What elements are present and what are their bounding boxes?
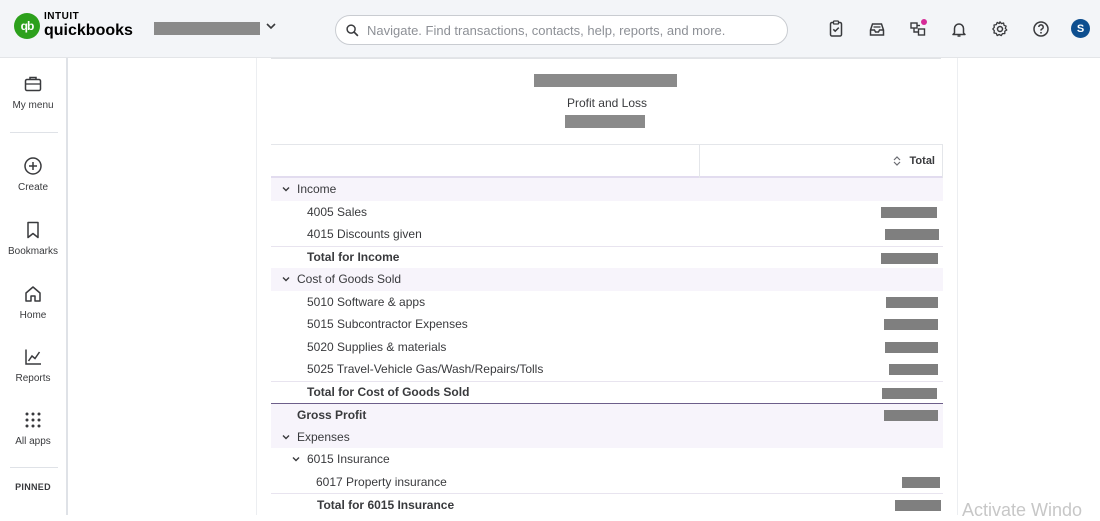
search-input[interactable]: [367, 22, 767, 38]
report-company-redacted: [534, 74, 677, 87]
search-icon: [346, 23, 359, 36]
chevron-down-icon[interactable]: [281, 432, 291, 442]
report-table-header: Total: [271, 144, 943, 178]
chevron-down-icon[interactable]: [265, 20, 277, 32]
row-label: 6017 Property insurance: [316, 474, 447, 489]
report-line-row: 5020 Supplies & materials: [271, 336, 943, 359]
report-gutter: [68, 58, 256, 515]
nav-label-reports: Reports: [15, 373, 51, 384]
nav-item-bookmarks[interactable]: Bookmarks: [0, 220, 66, 257]
amount-redacted[interactable]: [886, 296, 938, 308]
row-label: 5010 Software & apps: [307, 294, 426, 309]
report-line-row: 5015 Subcontractor Expenses: [271, 313, 943, 336]
top-bar: qb INTUIT quickbooks S: [0, 0, 1100, 58]
avatar[interactable]: S: [1071, 19, 1090, 38]
report-total-row: Total for Cost of Goods Sold: [271, 380, 943, 404]
nav-label-all-apps: All apps: [15, 436, 51, 447]
nav-label-home: Home: [19, 310, 47, 321]
home-icon: [25, 286, 41, 302]
report-total-row: Total for 6015 Insurance: [271, 493, 943, 516]
column-divider: [699, 145, 700, 178]
notification-dot: [921, 19, 927, 25]
nav-label-bookmarks: Bookmarks: [7, 246, 58, 257]
report-section-row[interactable]: Cost of Goods Sold: [271, 268, 943, 291]
report-line-row: 5010 Software & apps: [271, 291, 943, 314]
report-line-row: 4005 Sales: [271, 201, 943, 224]
row-label: Income: [297, 182, 337, 197]
amount-redacted[interactable]: [885, 341, 938, 353]
nav-item-reports[interactable]: Reports: [0, 347, 66, 384]
row-label: Total for 6015 Insurance: [317, 497, 455, 512]
help-icon[interactable]: [1031, 19, 1051, 39]
briefcase-icon: [24, 76, 42, 92]
search-bar[interactable]: [335, 15, 788, 45]
profit-and-loss-report: Profit and Loss Total Income 4005 Sales 40…: [256, 58, 958, 515]
report-date-range-redacted: [565, 115, 645, 128]
row-label: Total for Cost of Goods Sold: [307, 385, 470, 400]
row-label: 5025 Travel-Vehicle Gas/Wash/Repairs/Tol…: [307, 362, 544, 377]
report-line-row: 4015 Discounts given: [271, 223, 943, 246]
nav-label-my-menu: My menu: [12, 100, 54, 111]
amount-redacted[interactable]: [902, 476, 940, 488]
sort-icon[interactable]: [892, 155, 902, 167]
chevron-down-icon[interactable]: [291, 454, 301, 464]
quickbooks-logo-icon: qb: [14, 12, 40, 39]
total-column-header[interactable]: Total: [892, 155, 935, 167]
nav-item-my-menu[interactable]: My menu: [0, 74, 66, 111]
logo-intuit-text: INTUIT: [44, 11, 80, 22]
row-label: Expenses: [297, 429, 350, 444]
pinned-label: PINNED: [15, 482, 51, 492]
report-title: Profit and Loss: [566, 96, 648, 110]
plus-circle-icon: [24, 157, 42, 175]
row-label: 5015 Subcontractor Expenses: [307, 317, 468, 332]
amount-redacted[interactable]: [882, 387, 937, 399]
bookmark-icon: [27, 221, 39, 239]
row-label: Total for Income: [307, 250, 400, 265]
amount-redacted[interactable]: [884, 410, 938, 421]
quickbooks-logo[interactable]: qb INTUIT quickbooks: [14, 12, 133, 39]
logo-brand-text: quickbooks: [44, 22, 133, 39]
bell-icon[interactable]: [949, 19, 969, 39]
amount-redacted[interactable]: [881, 252, 938, 264]
row-label: Gross Profit: [297, 407, 367, 422]
report-gross-profit-row: Gross Profit: [271, 403, 943, 426]
report-line-row: 6017 Property insurance: [271, 471, 943, 494]
nav-divider: [10, 132, 58, 133]
amount-redacted[interactable]: [885, 229, 939, 240]
amount-redacted[interactable]: [884, 319, 938, 330]
inbox-icon[interactable]: [867, 19, 887, 39]
report-top-border: [271, 58, 941, 59]
nav-item-create[interactable]: Create: [0, 156, 66, 193]
row-label: 4005 Sales: [307, 204, 368, 219]
tasks-icon[interactable]: [826, 19, 846, 39]
amount-redacted[interactable]: [895, 500, 941, 511]
amount-redacted[interactable]: [889, 364, 938, 375]
nav-item-home[interactable]: Home: [0, 284, 66, 321]
report-section-row[interactable]: 6015 Insurance: [271, 448, 943, 471]
total-column-label: Total: [909, 155, 935, 167]
nav-label-create: Create: [17, 182, 48, 193]
chevron-down-icon[interactable]: [281, 184, 291, 194]
apps-notification-icon[interactable]: [908, 19, 928, 39]
report-line-row: 5025 Travel-Vehicle Gas/Wash/Repairs/Tol…: [271, 358, 943, 381]
row-label: 4015 Discounts given: [307, 227, 422, 242]
company-name-redacted[interactable]: [154, 22, 260, 35]
report-section-row[interactable]: Income: [271, 178, 943, 201]
nav-item-all-apps[interactable]: All apps: [0, 410, 66, 447]
report-section-row[interactable]: Expenses: [271, 425, 943, 448]
nav-divider: [10, 467, 58, 468]
row-label: Cost of Goods Sold: [297, 272, 402, 287]
report-total-row: Total for Income: [271, 245, 943, 269]
left-navigation: My menu Create Bookmarks Home Reports Al…: [0, 58, 68, 515]
row-label: 5020 Supplies & materials: [307, 339, 447, 354]
grid-icon: [25, 412, 41, 428]
amount-redacted[interactable]: [881, 206, 937, 218]
report-rows: Income 4005 Sales 4015 Discounts given Tota…: [271, 178, 943, 516]
chart-icon: [25, 349, 41, 365]
gear-icon[interactable]: [990, 19, 1010, 39]
activate-windows-watermark: Activate Windo: [962, 500, 1083, 520]
row-label: 6015 Insurance: [307, 452, 390, 467]
table-right-border: [942, 145, 943, 178]
chevron-down-icon[interactable]: [281, 274, 291, 284]
